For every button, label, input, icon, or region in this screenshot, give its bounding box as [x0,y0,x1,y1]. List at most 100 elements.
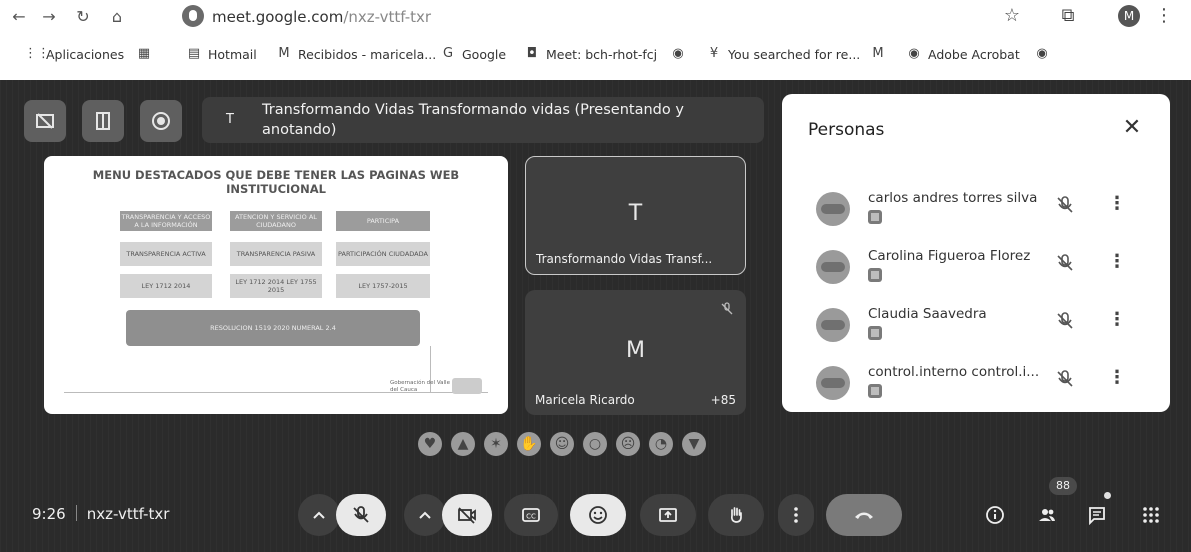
close-icon[interactable]: ✕ [1120,116,1144,140]
thinking-face-icon[interactable]: ◔ [649,432,673,456]
more-options-icon[interactable]: ⋮ [1108,366,1126,390]
bookmark-apps[interactable]: ⋮⋮ Aplicaciones [24,46,124,62]
mic-off-icon[interactable] [1054,252,1076,274]
hotmail-icon: ▤ [187,46,201,61]
participant-tile-self[interactable]: M Maricela Ricardo +85 [525,290,746,415]
presentation-slide[interactable]: MENU DESTACADOS QUE DEBE TENER LAS PAGIN… [44,156,508,414]
grid-icon: ▦ [137,46,151,61]
site-info-icon[interactable] [182,5,204,27]
slide-col3-header: PARTICIPA [336,211,430,231]
tile-name: Maricela Ricardo [535,393,635,407]
chat-button[interactable] [1076,494,1118,536]
hide-presentation-button[interactable] [24,100,66,142]
laughing-face-icon[interactable]: ☺ [550,432,574,456]
leave-call-button[interactable] [826,494,902,536]
raise-hand-button[interactable] [708,494,764,536]
party-popper-icon[interactable]: ✶ [484,432,508,456]
person-row[interactable]: control.interno control.i... ⋮ [782,358,1170,414]
heart-icon[interactable]: ♥ [418,432,442,456]
reload-icon[interactable]: ↻ [72,6,94,28]
bookmark-google[interactable]: G Google [440,46,506,62]
clapping-hands-icon[interactable]: ✋ [517,432,541,456]
presenting-banner: T Transformando Vidas Transformando vida… [202,97,764,143]
divider [75,505,77,521]
person-row[interactable]: Carolina Figueroa Florez ⋮ [782,242,1170,298]
person-name: control.interno control.i... [868,364,1040,380]
org-badge-icon [868,210,882,224]
participant-tile-presenter[interactable]: T Transformando Vidas Transf... [525,156,746,275]
captions-button[interactable]: CC [504,494,558,536]
people-button[interactable] [1026,494,1068,536]
crying-face-icon[interactable]: ☹ [616,432,640,456]
back-icon[interactable]: ← [8,6,30,28]
bookmark-hotmail[interactable]: ▤ Hotmail [186,46,257,62]
mic-off-icon [721,302,733,315]
person-row[interactable]: carlos andres torres silva ⋮ [782,184,1170,240]
person-row[interactable]: Claudia Saavedra ⋮ [782,300,1170,356]
presenting-title: Transformando Vidas Transformando vidas … [262,102,684,138]
browser-toolbar: ← → ↻ ⌂ meet.google.com/nxz-vttf-txr ☆ ⧉… [0,0,1191,36]
browser-menu-icon[interactable]: ⋮ [1152,5,1176,26]
apps-grid-icon [1143,507,1159,523]
home-icon[interactable]: ⌂ [106,6,128,28]
activities-button[interactable] [1130,494,1172,536]
bookmark-globe-2[interactable]: ◉ [1034,46,1056,62]
more-options-icon[interactable]: ⋮ [1108,192,1126,216]
video-options-button[interactable] [404,494,446,536]
surprised-face-icon[interactable]: ○ [583,432,607,456]
captions-icon: CC [522,508,540,522]
door-icon [96,112,110,130]
bookmark-adobe[interactable]: ◉ Adobe Acrobat [906,46,1019,62]
record-button[interactable] [140,100,182,142]
bookmark-gmail-2[interactable]: M [870,46,892,62]
profile-avatar[interactable]: M [1118,5,1140,27]
thumbs-up-icon[interactable]: ▲ [451,432,475,456]
forward-icon[interactable]: → [38,6,60,28]
bookmark-star-icon[interactable]: ☆ [1000,5,1024,26]
audio-options-button[interactable] [298,494,340,536]
avatar [816,250,850,284]
more-options-icon[interactable]: ⋮ [1108,308,1126,332]
bookmark-recibidos[interactable]: M Recibidos - maricela... [276,46,436,62]
tile-more-count: +85 [710,393,736,407]
meeting-time: 9:26 [32,505,66,523]
mic-off-icon[interactable] [1054,368,1076,390]
mic-off-icon[interactable] [1054,310,1076,332]
globe-icon: ◉ [672,46,684,61]
slide-col1-item2: LEY 1712 2014 [120,274,212,298]
people-icon [1039,509,1055,521]
extensions-icon[interactable]: ⧉ [1056,5,1080,26]
camera-off-icon [458,507,476,524]
org-badge-icon [868,384,882,398]
avatar [816,308,850,342]
bookmark-searched[interactable]: ¥ You searched for re... [706,46,860,62]
mic-off-icon [353,506,369,523]
avatar [816,192,850,226]
bookmarks-bar: ⋮⋮ Aplicaciones ▦ ▤ Hotmail M Recibidos - m… [0,38,1191,74]
person-name: Carolina Figueroa Florez [868,248,1031,264]
meeting-time-and-code: 9:26 nxz-vttf-txr [32,505,169,523]
people-panel-title: Personas [808,120,885,140]
more-options-icon[interactable]: ⋮ [1108,250,1126,274]
tile-avatar-initial: M [626,338,645,363]
raise-hand-icon [730,507,742,523]
microphone-toggle-button[interactable] [336,494,386,536]
more-vert-icon [794,507,798,523]
send-reaction-button[interactable] [570,494,626,536]
more-options-button[interactable] [778,494,814,536]
bookmark-grid[interactable]: ▦ [136,46,158,62]
address-bar[interactable]: meet.google.com/nxz-vttf-txr [178,3,1008,31]
meeting-details-button[interactable] [974,494,1016,536]
camera-toggle-button[interactable] [442,494,492,536]
mic-off-icon[interactable] [1054,194,1076,216]
slide-logo-text: Gobernación del Valle del Cauca [390,380,450,393]
bookmark-label: Meet: bch-rhot-fcj [546,46,658,62]
bookmark-globe-1[interactable]: ◉ [670,46,692,62]
bookmark-meet[interactable]: ◘ Meet: bch-rhot-fcj [524,46,657,62]
hang-up-icon [855,512,873,519]
present-now-button[interactable] [640,494,696,536]
thumbs-down-icon[interactable]: ▼ [682,432,706,456]
slide-resolution-bar: RESOLUCION 1519 2020 NUMERAL 2.4 [126,310,420,346]
reactions-bar: ♥ ▲ ✶ ✋ ☺ ○ ☹ ◔ ▼ [418,432,706,466]
layout-button[interactable] [82,100,124,142]
